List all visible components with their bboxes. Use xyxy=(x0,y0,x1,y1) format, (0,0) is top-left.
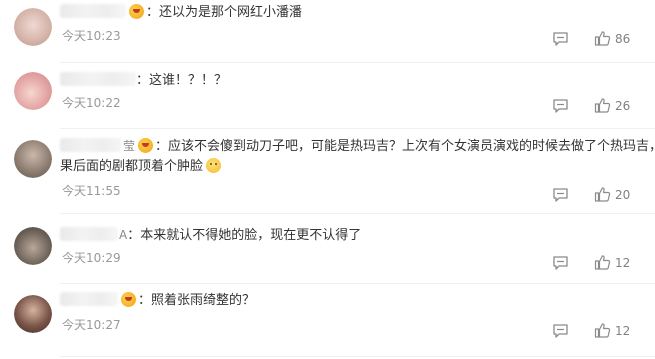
comment-bubble-icon[interactable] xyxy=(552,255,569,270)
comment-message: ：还以为是那个网红小潘潘 xyxy=(146,5,303,20)
comment-text-line: 莹 ：应该不会傻到动刀子吧，可能是热玛吉？上次有个女演员演戏的时候去做了个热玛吉，… xyxy=(60,136,655,157)
comment-item: ：还以为是那个网红小潘潘 今天10:23 86 xyxy=(0,0,655,72)
comment-text-line: ：还以为是那个网红小潘潘 xyxy=(60,3,635,23)
author-name-visible[interactable]: 莹 xyxy=(123,139,135,153)
divider xyxy=(60,356,655,357)
like-count: 86 xyxy=(615,32,631,46)
comment-bubble-icon[interactable] xyxy=(552,187,569,202)
divider xyxy=(60,283,655,284)
divider xyxy=(60,62,655,63)
doge-emoji-icon xyxy=(206,158,222,173)
avatar[interactable] xyxy=(14,295,52,333)
comment-message: ：照着张雨绮整的？ xyxy=(138,293,256,308)
comment-actions: 86 xyxy=(475,29,655,49)
comment-text-line: 果后面的剧都顶着个肿脸 xyxy=(60,157,222,177)
like-count: 26 xyxy=(615,99,631,113)
divider xyxy=(60,213,655,214)
author-name[interactable] xyxy=(60,138,122,152)
comment-message: ：应该不会傻到动刀子吧，可能是热玛吉？上次有个女演员演戏的时候去做了个热玛吉，结 xyxy=(155,139,655,154)
comment-item: ：照着张雨绮整的？ 今天10:27 12 xyxy=(0,285,655,357)
thumbs-up-icon[interactable] xyxy=(594,186,611,203)
comment-text-line: ：照着张雨绮整的？ xyxy=(60,291,635,311)
comment-actions: 12 xyxy=(475,253,655,273)
author-name[interactable] xyxy=(60,292,118,306)
avatar[interactable] xyxy=(14,8,52,46)
comment-item: ：这谁！？！？ 今天10:22 26 xyxy=(0,64,655,136)
comment-time: 今天10:22 xyxy=(62,96,121,110)
comment-message-continued: 果后面的剧都顶着个肿脸 xyxy=(60,159,204,174)
vip-emoji-badge-icon xyxy=(121,292,136,307)
comment-message: ：这谁！？！？ xyxy=(136,73,228,88)
author-name[interactable] xyxy=(60,72,136,86)
avatar[interactable] xyxy=(14,72,52,110)
comment-time: 今天10:27 xyxy=(62,318,121,332)
comment-time: 今天10:23 xyxy=(62,29,121,43)
vip-emoji-badge-icon xyxy=(129,4,144,19)
vip-emoji-badge-icon xyxy=(138,138,154,153)
comment-bubble-icon[interactable] xyxy=(552,98,569,113)
comment-item: A：本来就认不得她的脸，现在更不认得了 今天10:29 12 xyxy=(0,217,655,289)
thumbs-up-icon[interactable] xyxy=(594,30,611,47)
comment-actions: 20 xyxy=(475,185,655,205)
thumbs-up-icon[interactable] xyxy=(594,322,611,339)
like-count: 12 xyxy=(615,256,631,270)
comment-text-line: A：本来就认不得她的脸，现在更不认得了 xyxy=(60,225,635,246)
author-name[interactable] xyxy=(60,4,126,18)
like-count: 20 xyxy=(615,188,631,202)
divider xyxy=(60,128,655,129)
comment-text-line: ：这谁！？！？ xyxy=(60,71,635,91)
comment-bubble-icon[interactable] xyxy=(552,323,569,338)
comment-actions: 26 xyxy=(475,96,655,116)
like-count: 12 xyxy=(615,324,631,338)
thumbs-up-icon[interactable] xyxy=(594,97,611,114)
comment-bubble-icon[interactable] xyxy=(552,31,569,46)
comment-time: 今天10:29 xyxy=(62,251,121,265)
author-name-visible[interactable]: A xyxy=(119,228,127,242)
comment-item: 莹 ：应该不会傻到动刀子吧，可能是热玛吉？上次有个女演员演戏的时候去做了个热玛吉，… xyxy=(0,130,655,214)
thumbs-up-icon[interactable] xyxy=(594,254,611,271)
comment-message: ：本来就认不得她的脸，现在更不认得了 xyxy=(127,228,362,243)
avatar[interactable] xyxy=(14,227,52,265)
author-name[interactable] xyxy=(60,227,118,241)
comment-time: 今天11:55 xyxy=(62,184,121,198)
comment-actions: 12 xyxy=(475,321,655,341)
avatar[interactable] xyxy=(14,140,52,178)
